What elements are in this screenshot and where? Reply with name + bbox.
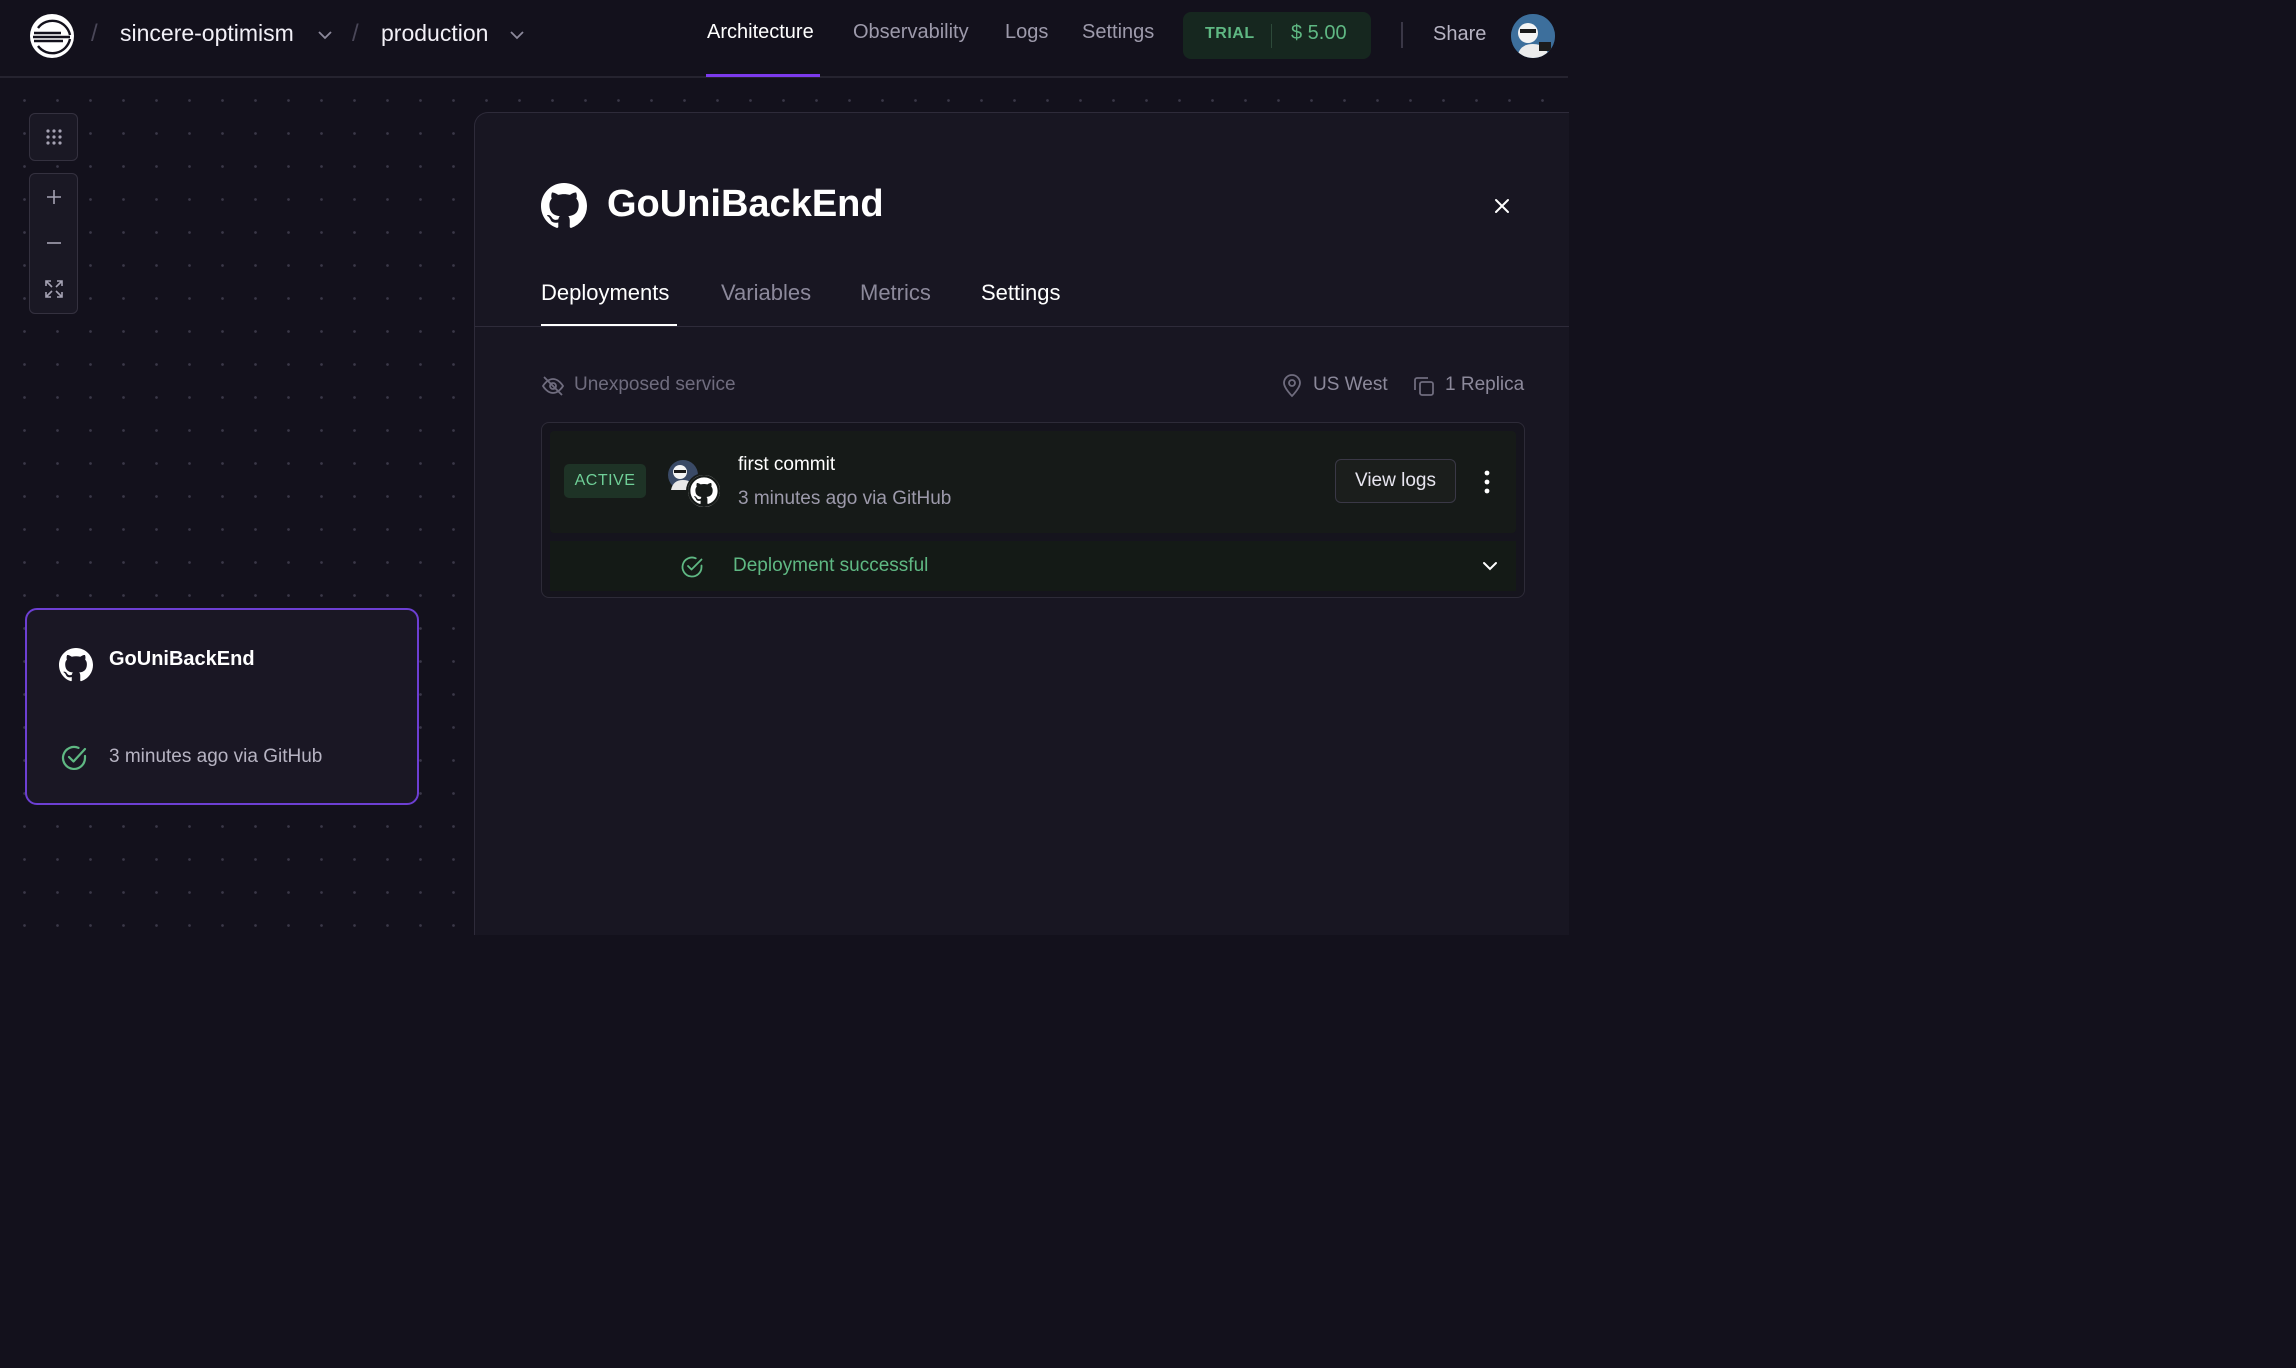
tabs-divider <box>475 326 1569 327</box>
commit-message: first commit <box>738 454 836 475</box>
github-icon <box>59 648 93 682</box>
trial-label: TRIAL <box>1205 25 1255 42</box>
share-button[interactable]: Share <box>1433 23 1486 46</box>
exposure-status: Unexposed service <box>574 374 736 395</box>
tab-variables[interactable]: Variables <box>721 280 811 306</box>
divider <box>1401 22 1403 48</box>
zoom-controls <box>29 173 78 314</box>
service-name: GoUniBackEnd <box>109 648 255 670</box>
nav-settings[interactable]: Settings <box>1082 21 1154 44</box>
location-pin-icon <box>1283 374 1301 398</box>
tab-settings[interactable]: Settings <box>981 280 1061 306</box>
view-logs-button[interactable]: View logs <box>1335 459 1456 503</box>
grid-icon[interactable] <box>30 114 77 160</box>
replica-count: 1 Replica <box>1445 374 1525 395</box>
panel-title: GoUniBackEnd <box>607 183 884 225</box>
nav-architecture[interactable]: Architecture <box>707 21 814 44</box>
user-avatar[interactable] <box>1511 14 1555 58</box>
active-nav-indicator <box>706 74 820 77</box>
eye-off-icon <box>541 376 565 396</box>
top-bar: / sincere-optimism / production Architec… <box>0 0 1568 78</box>
tab-deployments[interactable]: Deployments <box>541 280 669 306</box>
chevron-down-icon[interactable] <box>318 30 332 40</box>
fit-view-icon[interactable] <box>30 266 77 312</box>
environment-name[interactable]: production <box>381 20 488 47</box>
nav-observability[interactable]: Observability <box>853 21 969 44</box>
nav-logs[interactable]: Logs <box>1005 21 1048 44</box>
check-circle-icon <box>681 556 703 578</box>
chevron-down-icon[interactable] <box>510 30 524 40</box>
project-name[interactable]: sincere-optimism <box>120 20 294 47</box>
service-panel: GoUniBackEnd Deployments Variables Metri… <box>474 112 1569 935</box>
region-label: US West <box>1313 374 1388 395</box>
service-card[interactable]: GoUniBackEnd 3 minutes ago via GitHub <box>25 608 419 805</box>
github-icon <box>541 183 587 228</box>
more-options-icon[interactable] <box>1480 469 1494 495</box>
breadcrumb-separator: / <box>352 20 359 47</box>
breadcrumb-separator: / <box>91 20 98 47</box>
divider <box>1271 24 1272 48</box>
replica-icon <box>1414 377 1434 396</box>
deployment-status: Deployment successful <box>733 555 929 576</box>
tab-metrics[interactable]: Metrics <box>860 280 931 306</box>
plus-icon[interactable] <box>30 174 77 220</box>
railway-logo-icon[interactable] <box>30 14 74 58</box>
close-icon[interactable] <box>1492 196 1512 216</box>
deployment-meta: 3 minutes ago via GitHub <box>738 488 952 509</box>
check-circle-icon <box>61 745 87 770</box>
chevron-down-icon[interactable] <box>1482 560 1498 572</box>
canvas-toolbar-top <box>29 113 78 161</box>
service-status: 3 minutes ago via GitHub <box>109 746 323 767</box>
minus-icon[interactable] <box>30 220 77 266</box>
github-icon <box>686 473 722 509</box>
deployment-card: ACTIVE first commit 3 minutes ago via Gi… <box>541 422 1525 598</box>
status-badge: ACTIVE <box>564 464 646 498</box>
trial-credit: $ 5.00 <box>1291 22 1347 44</box>
